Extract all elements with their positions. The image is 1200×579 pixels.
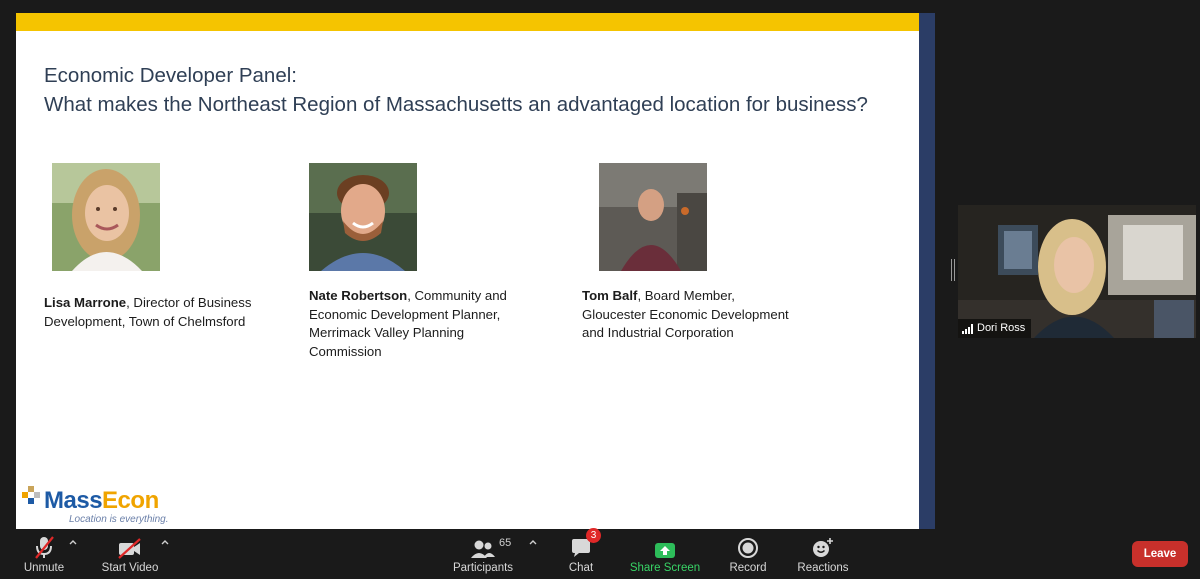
participants-options-chevron-up-icon[interactable] bbox=[528, 537, 538, 547]
panelist-photo-nate-robertson bbox=[309, 163, 417, 271]
share-screen-label: Share Screen bbox=[629, 562, 701, 574]
chat-button[interactable]: 3 Chat bbox=[560, 528, 602, 579]
video-off-icon bbox=[117, 529, 143, 559]
record-icon bbox=[737, 529, 759, 559]
participants-label: Participants bbox=[452, 562, 514, 574]
muted-microphone-icon bbox=[33, 529, 55, 559]
start-video-button[interactable]: Start Video bbox=[96, 529, 164, 579]
panelist-role: Development, Town of Chelmsford bbox=[44, 313, 246, 329]
logo-mass: Mass bbox=[44, 487, 103, 514]
panelist-photo-lisa-marrone bbox=[52, 163, 160, 271]
panelist-name: Nate Robertson bbox=[309, 288, 408, 303]
participants-icon: 65 bbox=[470, 529, 511, 559]
slide-side-bar bbox=[919, 13, 935, 529]
massecon-logo: MassEcon Location is everything. bbox=[20, 483, 190, 529]
panelist-role: , Community and bbox=[407, 288, 507, 303]
meeting-toolbar: Unmute Start Video 65 Participants 3 Cha… bbox=[0, 528, 1200, 579]
record-label: Record bbox=[729, 562, 767, 574]
panelist-bio-2: Nate Robertson, Community and Economic D… bbox=[309, 287, 539, 361]
chat-label: Chat bbox=[568, 562, 594, 574]
logo-mark-icon bbox=[22, 486, 40, 504]
panelist-role: , Board Member, bbox=[637, 288, 735, 303]
share-screen-button[interactable]: Share Screen bbox=[627, 529, 703, 579]
slide-title-line-2: What makes the Northeast Region of Massa… bbox=[44, 93, 868, 116]
panelist-role: Economic Development Planner, bbox=[309, 306, 501, 322]
panelist-bio-3: Tom Balf, Board Member, Gloucester Econo… bbox=[582, 287, 822, 343]
audio-options-chevron-up-icon[interactable] bbox=[68, 537, 78, 547]
reactions-label: Reactions bbox=[797, 562, 849, 574]
record-button[interactable]: Record bbox=[726, 529, 770, 579]
reactions-button[interactable]: Reactions bbox=[793, 529, 853, 579]
logo-wordmark: MassEcon bbox=[44, 488, 159, 514]
slide-title-line-1: Economic Developer Panel: bbox=[44, 64, 297, 87]
participant-name: Dori Ross bbox=[977, 322, 1026, 334]
unmute-button[interactable]: Unmute bbox=[16, 529, 72, 579]
participant-name-tag: Dori Ross bbox=[958, 319, 1032, 338]
logo-econ: Econ bbox=[102, 487, 159, 514]
signal-strength-icon bbox=[962, 323, 973, 334]
participants-button[interactable]: 65 Participants bbox=[448, 529, 518, 579]
start-video-label: Start Video bbox=[101, 562, 159, 574]
panelist-role: Merrimack Valley Planning bbox=[309, 325, 465, 340]
panelist-role: Gloucester Economic Development bbox=[582, 306, 789, 322]
panelist-name: Tom Balf bbox=[582, 288, 638, 303]
unmute-label: Unmute bbox=[23, 562, 65, 574]
panel-resize-handle[interactable] bbox=[951, 259, 956, 281]
slide-accent-bar bbox=[16, 13, 919, 31]
leave-button[interactable]: Leave bbox=[1132, 541, 1188, 567]
shared-slide: Economic Developer Panel: What makes the… bbox=[16, 13, 919, 529]
panelist-role: and Industrial Corporation bbox=[582, 325, 734, 340]
participants-count: 65 bbox=[499, 537, 512, 549]
chat-bubble-icon: 3 bbox=[570, 528, 601, 559]
panelist-name: Lisa Marrone bbox=[44, 295, 127, 310]
video-options-chevron-up-icon[interactable] bbox=[160, 537, 170, 547]
slide-title: Economic Developer Panel: What makes the… bbox=[44, 61, 868, 119]
panelist-role: , Director of Business bbox=[126, 295, 252, 310]
chat-unread-badge: 3 bbox=[586, 528, 601, 543]
panelist-bio-1: Lisa Marrone, Director of Business Devel… bbox=[44, 294, 284, 331]
share-screen-icon bbox=[653, 529, 677, 559]
participant-video-tile[interactable]: Dori Ross bbox=[958, 205, 1196, 338]
panelist-photo-tom-balf bbox=[599, 163, 707, 271]
smiley-plus-icon bbox=[811, 529, 835, 559]
logo-tagline: Location is everything. bbox=[69, 514, 169, 525]
panelist-role: Commission bbox=[309, 343, 382, 359]
